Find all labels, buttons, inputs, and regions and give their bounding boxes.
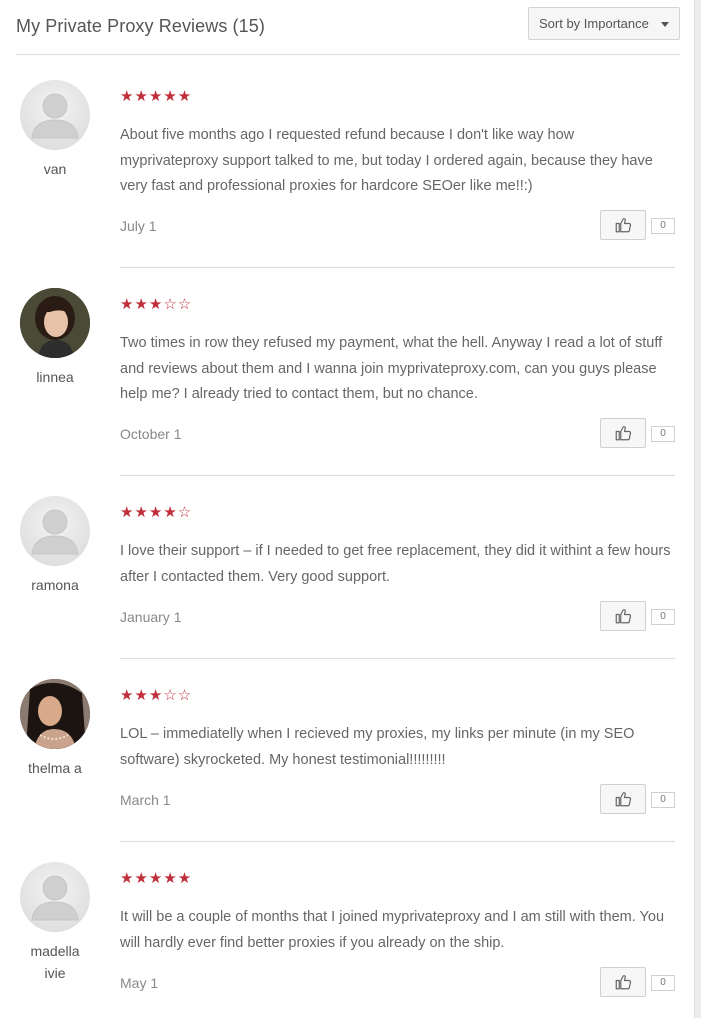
like-count: 0 bbox=[651, 426, 675, 442]
review-text: About five months ago I requested refund… bbox=[120, 127, 653, 194]
review-author: madella ivie bbox=[20, 862, 90, 984]
divider bbox=[120, 267, 675, 268]
review-date: October 1 bbox=[120, 426, 182, 442]
like-button[interactable] bbox=[600, 601, 646, 631]
review-text: LOL – immediatelly when I recieved my pr… bbox=[120, 726, 635, 768]
caret-down-icon bbox=[661, 22, 669, 27]
like-button[interactable] bbox=[600, 967, 646, 997]
review-author: thelma a bbox=[20, 679, 90, 779]
avatar bbox=[20, 496, 90, 566]
user-photo-icon bbox=[20, 679, 90, 749]
star-empty-icon: ☆☆ bbox=[163, 296, 193, 313]
star-icon: ★★★ bbox=[120, 687, 164, 704]
like-button[interactable] bbox=[600, 784, 646, 814]
review-date: January 1 bbox=[120, 609, 182, 625]
reviews-header: My Private Proxy Reviews (15) Sort by Im… bbox=[16, 0, 680, 55]
avatar bbox=[20, 288, 90, 358]
like-count: 0 bbox=[651, 218, 675, 234]
sort-label: Sort by Importance bbox=[539, 16, 649, 31]
star-rating: ★★★☆☆ bbox=[120, 296, 675, 314]
default-user-icon bbox=[31, 93, 79, 139]
divider bbox=[120, 841, 675, 842]
username[interactable]: van bbox=[20, 158, 90, 180]
like-button[interactable] bbox=[600, 418, 646, 448]
star-icon: ★★★★ bbox=[120, 504, 178, 521]
like-count: 0 bbox=[651, 975, 675, 991]
star-icon: ★★★★★ bbox=[120, 88, 193, 105]
like-count: 0 bbox=[651, 792, 675, 808]
review-date: March 1 bbox=[120, 792, 171, 808]
like-count: 0 bbox=[651, 609, 675, 625]
review-author: linnea bbox=[20, 288, 90, 388]
user-photo-icon bbox=[20, 288, 90, 358]
divider bbox=[120, 475, 675, 476]
divider bbox=[120, 658, 675, 659]
review-date: July 1 bbox=[120, 218, 157, 234]
review-author: van bbox=[20, 80, 90, 180]
star-empty-icon: ☆☆ bbox=[163, 687, 193, 704]
default-user-icon bbox=[31, 875, 79, 921]
review-author: ramona bbox=[20, 496, 90, 596]
username[interactable]: madella ivie bbox=[20, 940, 90, 984]
star-rating: ★★★☆☆ bbox=[120, 687, 675, 705]
star-icon: ★★★ bbox=[120, 296, 164, 313]
thumbs-up-icon bbox=[615, 609, 632, 624]
avatar bbox=[20, 80, 90, 150]
default-user-icon bbox=[31, 509, 79, 555]
thumbs-up-icon bbox=[615, 975, 632, 990]
avatar bbox=[20, 679, 90, 749]
username[interactable]: thelma a bbox=[20, 757, 90, 779]
star-rating: ★★★★★ bbox=[120, 870, 675, 888]
star-icon: ★★★★★ bbox=[120, 870, 193, 887]
username[interactable]: linnea bbox=[20, 366, 90, 388]
username[interactable]: ramona bbox=[20, 574, 90, 596]
sort-dropdown[interactable]: Sort by Importance bbox=[528, 7, 680, 40]
review-text: It will be a couple of months that I joi… bbox=[120, 909, 665, 951]
avatar bbox=[20, 862, 90, 932]
like-button[interactable] bbox=[600, 210, 646, 240]
review-text: Two times in row they refused my payment… bbox=[120, 335, 663, 402]
page-title: My Private Proxy Reviews (15) bbox=[16, 16, 265, 36]
star-empty-icon: ☆ bbox=[177, 504, 193, 521]
review-text: I love their support – if I needed to ge… bbox=[120, 543, 671, 585]
star-rating: ★★★★☆ bbox=[120, 504, 675, 522]
scrollbar[interactable] bbox=[694, 0, 701, 1018]
thumbs-up-icon bbox=[615, 426, 632, 441]
star-rating: ★★★★★ bbox=[120, 88, 675, 106]
review-date: May 1 bbox=[120, 975, 159, 991]
thumbs-up-icon bbox=[615, 218, 632, 233]
thumbs-up-icon bbox=[615, 792, 632, 807]
